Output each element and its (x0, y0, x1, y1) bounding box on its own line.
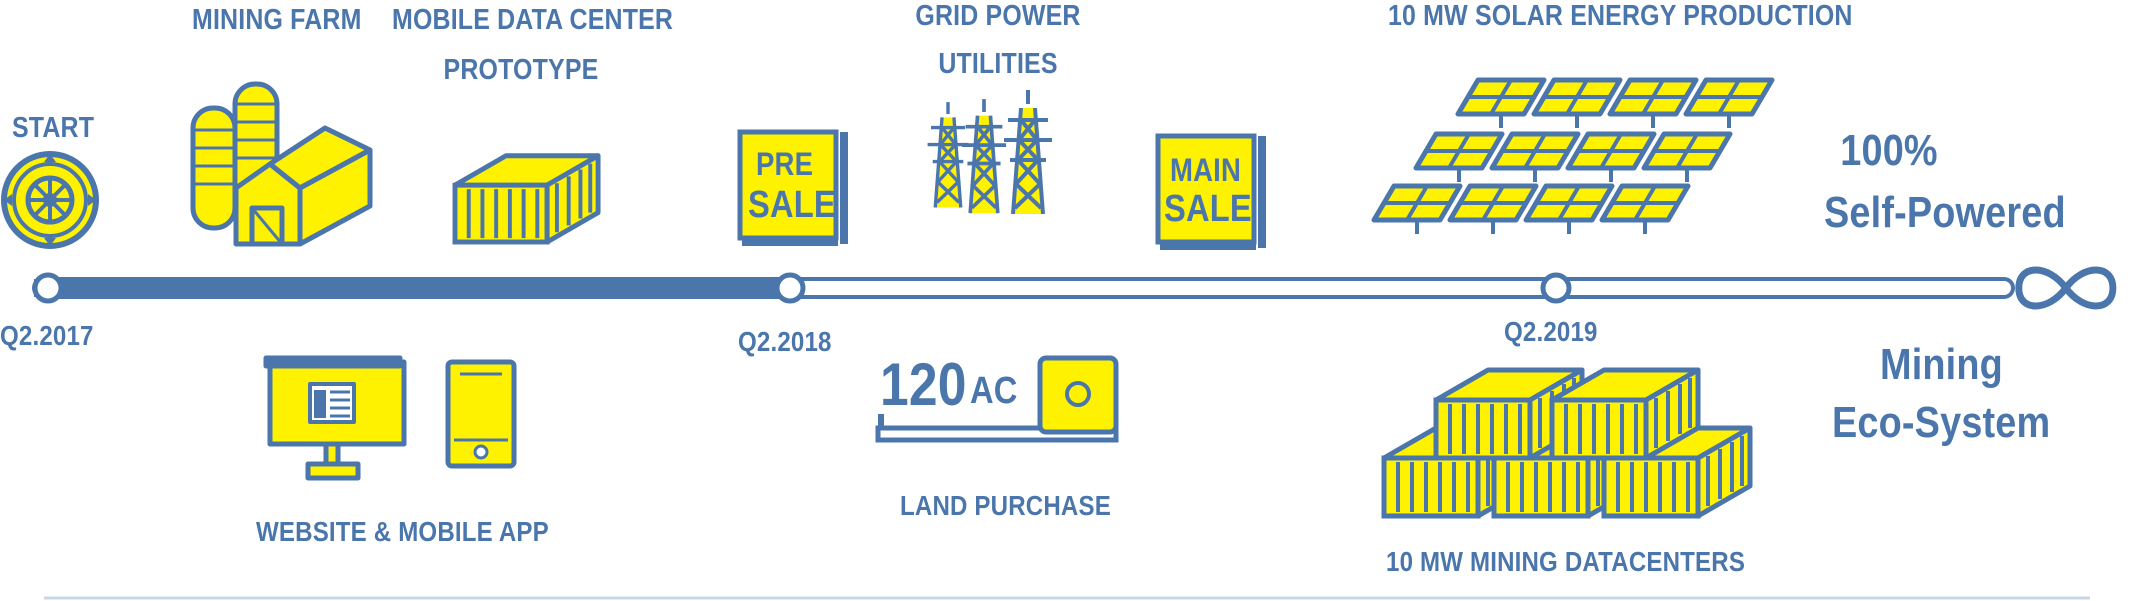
roadmap-diagram: START MINING FARM MOBILE DATA CENTER PRO… (0, 0, 2154, 601)
label-mining: Mining (1880, 340, 2003, 389)
steering-wheel-icon (1, 151, 99, 249)
label-solar: 10 MW SOLAR ENERGY PRODUCTION (1388, 0, 1853, 32)
presale-text-2: SALE (748, 184, 836, 226)
milestone-label-2019: Q2.2019 (1504, 316, 1598, 347)
label-mobile-dc-2: PROTOTYPE (443, 54, 599, 86)
infinity-icon (2015, 266, 2117, 310)
label-eco-system: Eco-System (1832, 398, 2051, 447)
container-icon (455, 156, 598, 242)
label-grid-2: UTILITIES (938, 48, 1058, 80)
label-100-percent: 100% (1840, 126, 1938, 175)
land-number: 120 (880, 351, 967, 418)
label-website: WEBSITE & MOBILE APP (256, 516, 549, 547)
phone-icon (445, 359, 517, 469)
label-mobile-dc-1: MOBILE DATA CENTER (392, 4, 674, 36)
label-start: START (12, 112, 95, 144)
monitor-icon (263, 355, 407, 481)
label-mining-farm: MINING FARM (192, 4, 362, 36)
milestone-label-2018: Q2.2018 (738, 326, 832, 357)
land-unit: AC (970, 370, 1018, 412)
solar-panel-icon (1374, 80, 1772, 234)
milestone-dot-2019 (1540, 272, 1572, 304)
label-datacenters: 10 MW MINING DATACENTERS (1386, 546, 1746, 577)
label-land-purchase: LAND PURCHASE (900, 490, 1111, 521)
timeline-progress (34, 279, 790, 297)
milestone-dot-2018 (774, 272, 806, 304)
power-tower-icon (925, 88, 1054, 216)
presale-text-1: PRE (756, 146, 814, 182)
mainsale-text-2: SALE (1164, 188, 1252, 230)
milestone-dot-2017 (32, 272, 64, 304)
datacenter-stack-icon (1384, 370, 1750, 516)
milestone-label-2017: Q2.2017 (0, 320, 94, 351)
label-self-powered: Self-Powered (1824, 188, 2066, 237)
silo-barn-icon (190, 81, 373, 247)
label-grid-1: GRID POWER (915, 0, 1081, 32)
mainsale-text-1: MAIN (1170, 152, 1242, 188)
